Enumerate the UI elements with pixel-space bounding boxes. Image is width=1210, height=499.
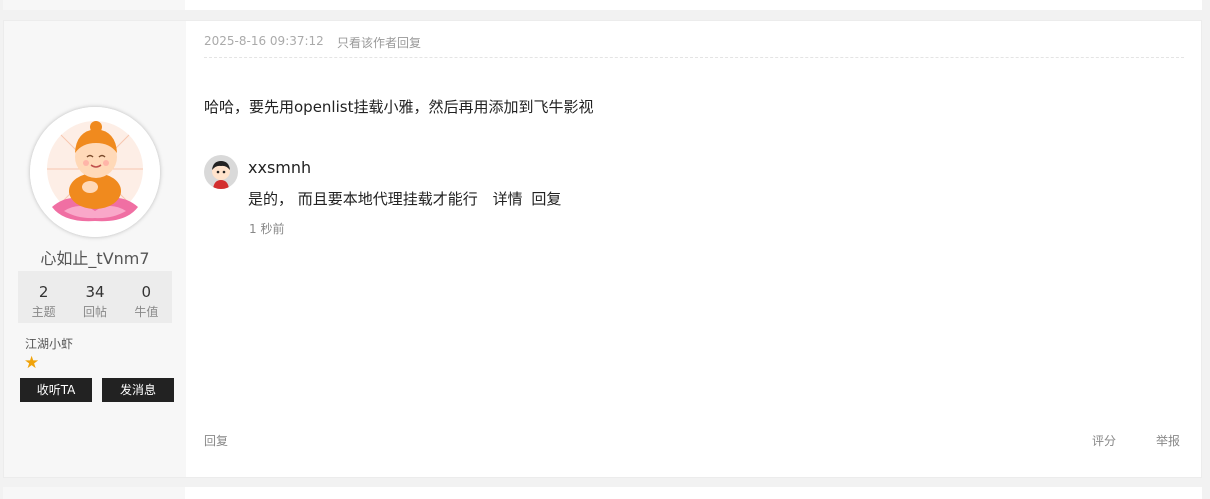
stat-threads[interactable]: 2 主题: [18, 271, 69, 323]
previous-post-edge: [3, 0, 1202, 10]
post-card: 心如止_tVnm7 2 主题 34 回帖 0 牛值 江湖小虾 ★ 收听TA 发消…: [3, 20, 1202, 478]
star-icon: ★: [24, 353, 40, 373]
reply-link[interactable]: 回复: [204, 432, 228, 449]
author-rank: 江湖小虾: [25, 337, 74, 351]
author-avatar[interactable]: [30, 107, 160, 237]
comment-text: 是的， 而且要本地代理挂载才能行: [248, 190, 478, 208]
user-avatar-icon: [204, 155, 238, 189]
comment-username[interactable]: xxsmnh: [248, 158, 311, 177]
stat-replies[interactable]: 34 回帖: [69, 271, 120, 323]
post-meta: 2025-8-16 09:37:12 只看该作者回复: [204, 34, 1184, 58]
previous-post-sidebar: [3, 0, 185, 10]
post-time: 2025-8-16 09:37:12: [204, 34, 324, 48]
comment-detail-link[interactable]: 详情: [493, 190, 523, 208]
stat-points[interactable]: 0 牛值: [121, 271, 172, 323]
author-panel: 心如止_tVnm7 2 主题 34 回帖 0 牛值 江湖小虾 ★ 收听TA 发消…: [4, 21, 186, 477]
next-post-sidebar: [3, 487, 185, 499]
comment-time: 1 秒前: [249, 222, 285, 236]
stat-points-label: 牛值: [134, 305, 159, 319]
comment-text-line: 是的， 而且要本地代理挂载才能行 详情 回复: [248, 188, 561, 209]
post-body: 哈哈，要先用openlist挂载小雅，然后再用添加到飞牛影视: [204, 98, 594, 116]
comment-reply-link[interactable]: 回复: [531, 190, 561, 208]
stat-threads-value: 2: [38, 283, 49, 301]
post-content: 2025-8-16 09:37:12 只看该作者回复 哈哈，要先用openlis…: [204, 21, 1184, 477]
report-link[interactable]: 举报: [1156, 432, 1180, 449]
stat-replies-label: 回帖: [82, 305, 107, 319]
only-author-link[interactable]: 只看该作者回复: [337, 34, 421, 51]
comment-avatar[interactable]: [204, 155, 238, 189]
author-stats: 2 主题 34 回帖 0 牛值: [18, 271, 172, 323]
next-post-edge: [3, 487, 1202, 499]
follow-button[interactable]: 收听TA: [20, 378, 92, 402]
comment-item: xxsmnh 是的， 而且要本地代理挂载才能行 详情 回复 1 秒前: [204, 155, 904, 245]
buddha-avatar-icon: [30, 107, 160, 237]
stat-threads-label: 主题: [31, 305, 56, 319]
stat-points-value: 0: [141, 283, 152, 301]
author-username[interactable]: 心如止_tVnm7: [4, 245, 186, 269]
rate-link[interactable]: 评分: [1092, 432, 1116, 449]
send-message-button[interactable]: 发消息: [102, 378, 174, 402]
stat-replies-value: 34: [85, 283, 105, 301]
